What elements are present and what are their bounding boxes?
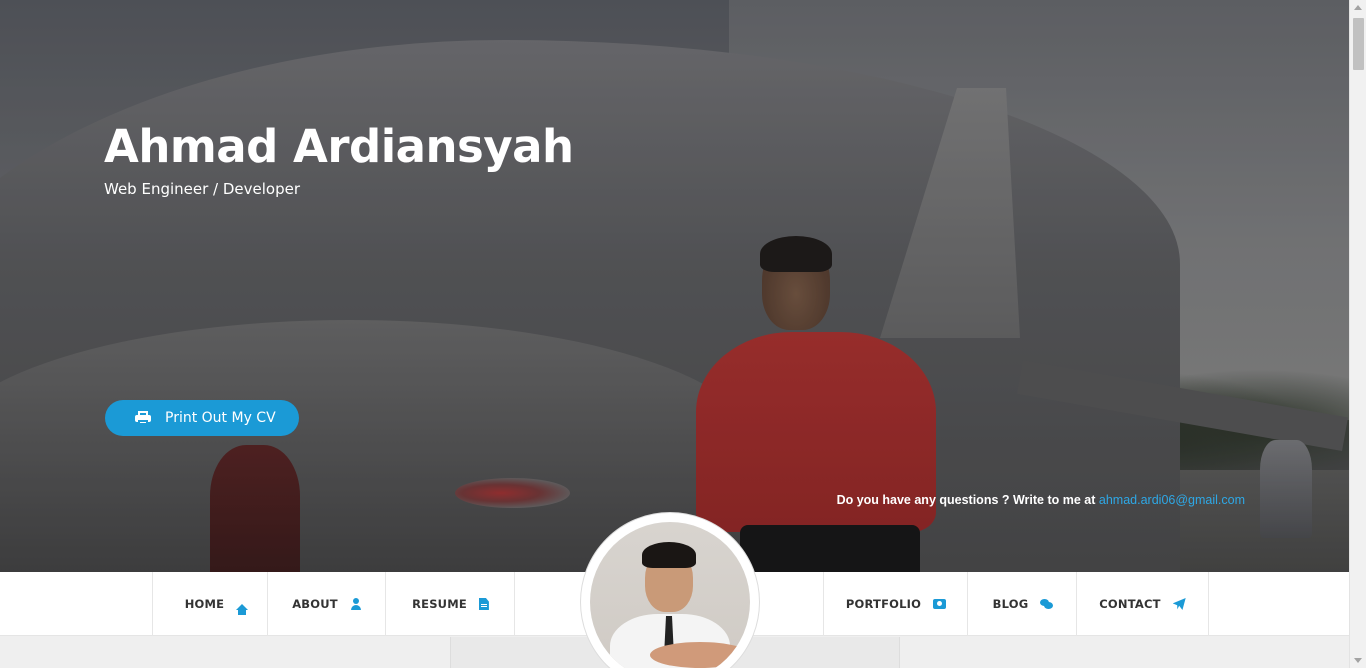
comments-icon: [1040, 598, 1054, 610]
nav-item-home[interactable]: HOME: [152, 572, 268, 636]
scroll-up-icon[interactable]: [1354, 5, 1362, 10]
nav-item-portfolio[interactable]: PORTFOLIO: [823, 572, 968, 636]
print-cv-label: Print Out My CV: [165, 410, 276, 426]
nav-item-about[interactable]: ABOUT: [267, 572, 386, 636]
nav-label-contact: CONTACT: [1099, 597, 1161, 611]
nav-label-about: ABOUT: [292, 597, 338, 611]
contact-line: Do you have any questions ? Write to me …: [837, 493, 1245, 507]
hero-role: Web Engineer / Developer: [104, 180, 301, 198]
camera-icon: [933, 599, 947, 609]
file-icon: [478, 598, 489, 610]
contact-email-link[interactable]: ahmad.ardi06@gmail.com: [1099, 493, 1245, 507]
scrollbar-thumb[interactable]: [1353, 18, 1364, 70]
nav-item-contact[interactable]: CONTACT: [1076, 572, 1209, 636]
nav-label-blog: BLOG: [992, 597, 1029, 611]
page: Ahmad Ardiansyah Web Engineer / Develope…: [0, 0, 1366, 668]
printer-icon: [135, 411, 151, 425]
user-icon: [350, 598, 362, 610]
nav-label-resume: RESUME: [412, 597, 467, 611]
hero-banner: Ahmad Ardiansyah Web Engineer / Develope…: [0, 0, 1349, 572]
nav-item-blog[interactable]: BLOG: [967, 572, 1077, 636]
content-column-left: [0, 637, 450, 668]
vertical-scrollbar[interactable]: [1349, 0, 1366, 668]
paper-plane-icon: [1172, 598, 1186, 610]
nav-item-resume[interactable]: RESUME: [385, 572, 515, 636]
nav-label-home: HOME: [184, 597, 225, 611]
nav-label-portfolio: PORTFOLIO: [845, 597, 922, 611]
hero-name: Ahmad Ardiansyah: [104, 120, 574, 173]
content-column-right: [900, 637, 1349, 668]
contact-prompt: Do you have any questions ? Write to me …: [836, 493, 1096, 507]
print-cv-button[interactable]: Print Out My CV: [105, 400, 299, 436]
scroll-down-icon[interactable]: [1354, 658, 1362, 663]
